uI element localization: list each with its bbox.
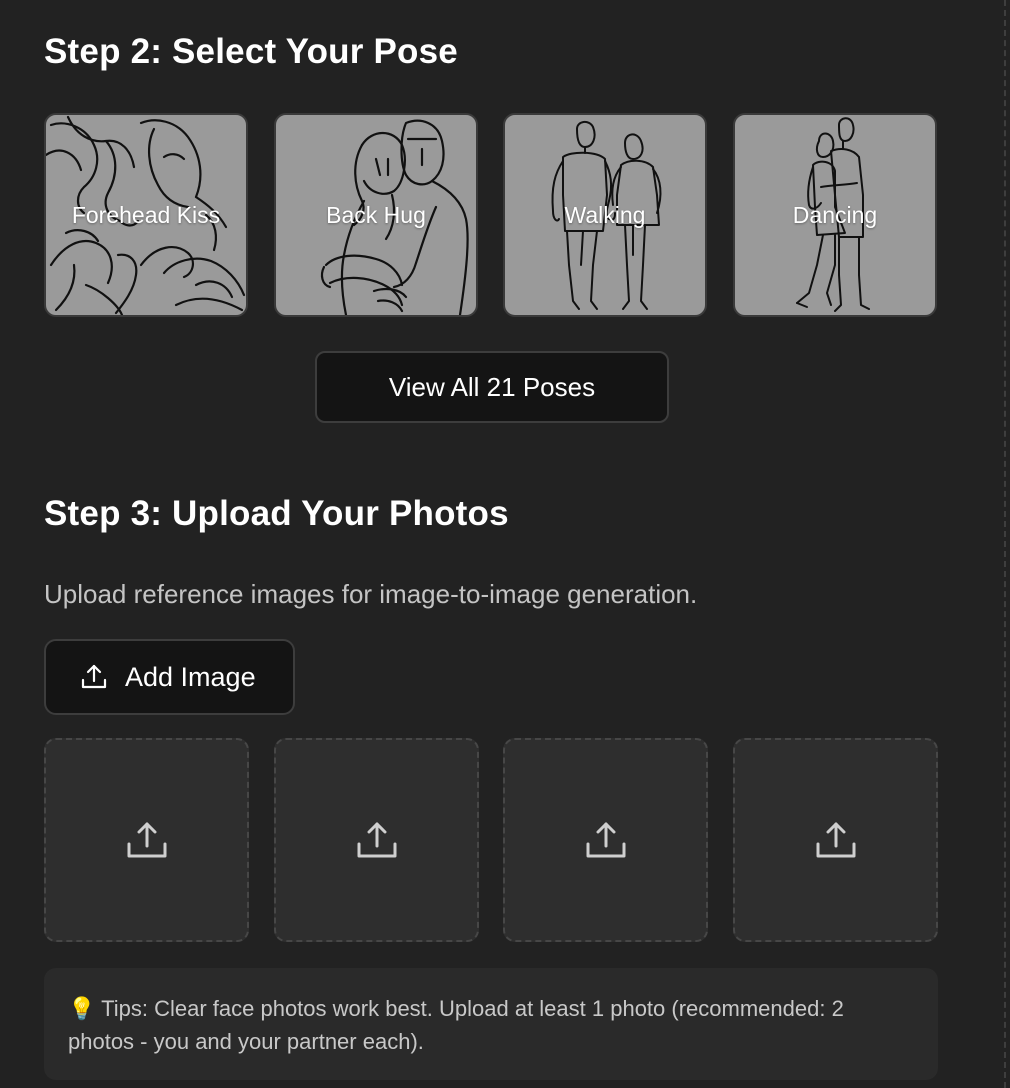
lightbulb-icon: 💡 <box>68 996 96 1021</box>
upload-slot-3[interactable] <box>503 738 708 942</box>
tips-panel: 💡 Tips: Clear face photos work best. Upl… <box>44 968 938 1080</box>
add-image-button[interactable]: Add Image <box>44 639 295 715</box>
pose-card-walking[interactable]: Walking <box>503 113 707 317</box>
upload-icon <box>586 822 625 858</box>
pose-card-forehead-kiss[interactable]: Forehead Kiss <box>44 113 248 317</box>
page-divider <box>1004 0 1006 1088</box>
pose-label: Dancing <box>792 202 878 228</box>
pose-label: Forehead Kiss <box>71 202 221 228</box>
upload-slot-grid <box>44 738 938 944</box>
upload-slot-4[interactable] <box>733 738 938 942</box>
tips-text: Tips: Clear face photos work best. Uploa… <box>68 996 844 1054</box>
step3-heading: Step 3: Upload Your Photos <box>44 494 509 533</box>
upload-icon <box>816 822 855 858</box>
pose-label: Walking <box>564 202 646 228</box>
upload-slot-2[interactable] <box>274 738 479 942</box>
pose-card-back-hug[interactable]: Back Hug <box>274 113 478 317</box>
step3-description: Upload reference images for image-to-ima… <box>44 579 698 609</box>
pose-card-dancing[interactable]: Dancing <box>733 113 937 317</box>
step2-heading: Step 2: Select Your Pose <box>44 32 458 71</box>
upload-icon <box>78 661 110 693</box>
add-image-label: Add Image <box>125 661 256 692</box>
upload-icon <box>127 822 166 858</box>
upload-slot-1[interactable] <box>44 738 249 942</box>
view-all-poses-button[interactable]: View All 21 Poses <box>315 351 669 423</box>
pose-label: Back Hug <box>326 202 426 228</box>
pose-grid: Forehead Kiss Back Hug Walking Dancing <box>44 113 938 317</box>
upload-icon <box>357 822 396 858</box>
